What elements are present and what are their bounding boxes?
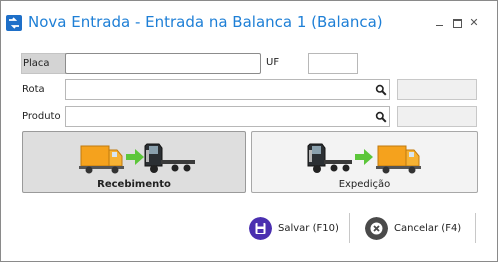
expedicao-label: Expedição	[338, 179, 391, 190]
footer-divider	[349, 213, 350, 243]
placa-label: Placa	[21, 53, 66, 74]
app-icon	[6, 15, 22, 31]
title-bar: Nova Entrada - Entrada na Balanca 1 (Bal…	[1, 1, 497, 41]
expedicao-button[interactable]: Expedição	[251, 131, 478, 193]
cancel-icon	[365, 217, 388, 240]
save-label: Salvar (F10)	[278, 223, 339, 234]
window-title: Nova Entrada - Entrada na Balanca 1 (Bal…	[28, 13, 383, 31]
save-button[interactable]: Salvar (F10)	[249, 215, 349, 243]
rota-label: Rota	[22, 84, 45, 95]
truck-dispatch-icon	[307, 143, 421, 174]
produto-input[interactable]	[65, 106, 390, 127]
rota-input[interactable]	[65, 79, 390, 100]
dialog-window: Nova Entrada - Entrada na Balanca 1 (Bal…	[0, 0, 498, 262]
recebimento-button[interactable]: Recebimento	[22, 131, 246, 193]
rota-code-field	[397, 79, 477, 100]
minimize-icon[interactable]	[434, 17, 446, 29]
close-icon[interactable]: ✕	[468, 17, 480, 29]
uf-label: UF	[266, 57, 280, 68]
cancel-button[interactable]: Cancelar (F4)	[365, 215, 475, 243]
rota-search-icon[interactable]	[375, 84, 387, 96]
truck-receive-icon	[79, 143, 195, 174]
maximize-icon[interactable]	[451, 17, 463, 29]
placa-input[interactable]	[65, 53, 261, 74]
footer-divider-right	[475, 213, 476, 243]
recebimento-label: Recebimento	[97, 179, 171, 190]
produto-code-field	[397, 106, 477, 127]
produto-label: Produto	[22, 111, 61, 122]
save-icon	[249, 217, 272, 240]
cancel-label: Cancelar (F4)	[394, 223, 462, 234]
produto-search-icon[interactable]	[375, 111, 387, 123]
uf-input[interactable]	[308, 53, 358, 74]
